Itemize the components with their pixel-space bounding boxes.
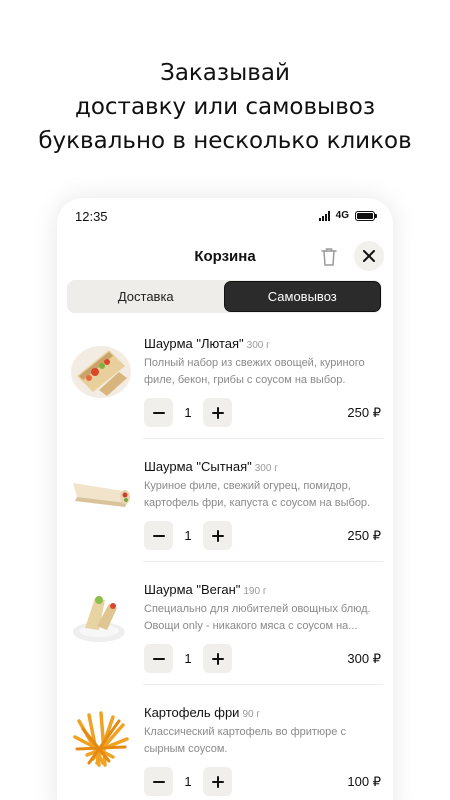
trash-icon[interactable]: [319, 246, 339, 268]
item-weight: 300 г: [246, 340, 270, 351]
shawarma-image: [71, 346, 131, 398]
decrease-button[interactable]: [144, 521, 173, 550]
minus-icon: [152, 780, 165, 783]
status-bar: 12:35 4G: [57, 198, 393, 234]
quantity-stepper: 1: [144, 521, 232, 550]
cart-item: Шаурма "Веган" 190 г Специально для любит…: [57, 562, 393, 685]
item-name: Шаурма "Лютая" 300 г: [144, 336, 270, 351]
item-name: Шаурма "Веган" 190 г: [144, 582, 267, 597]
increase-button[interactable]: [203, 644, 232, 673]
phone-frame: 12:35 4G Корзина Доставка Самовывоз Шаур…: [57, 198, 393, 800]
quantity-stepper: 1: [144, 767, 232, 796]
cart-item: Картофель фри 90 г Классический картофель…: [57, 685, 393, 800]
cart-header: Корзина: [57, 238, 393, 276]
quantity-value: 1: [184, 651, 192, 666]
item-weight: 90 г: [242, 709, 260, 720]
item-price: 250 ₽: [347, 528, 381, 543]
item-description: Специально для любителей овощных блюд. О…: [144, 603, 371, 632]
decrease-button[interactable]: [144, 398, 173, 427]
decrease-button[interactable]: [144, 767, 173, 796]
promo-line-2: доставку или самовывоз: [74, 94, 376, 120]
minus-icon: [152, 411, 165, 414]
item-description: Куриное филе, свежий огурец, помидор, ка…: [144, 480, 371, 509]
status-indicators: 4G: [318, 210, 377, 221]
promo-line-3: буквально в несколько кликов: [38, 128, 412, 154]
item-description: Классический картофель во фритюре с сырн…: [144, 726, 346, 755]
item-price: 250 ₽: [347, 405, 381, 420]
delivery-tabs: Доставка Самовывоз: [67, 280, 382, 313]
promo-heading: Заказывай доставку или самовывоз букваль…: [0, 56, 450, 158]
quantity-stepper: 1: [144, 398, 232, 427]
increase-button[interactable]: [203, 767, 232, 796]
item-name: Шаурма "Сытная" 300 г: [144, 459, 278, 474]
minus-icon: [152, 534, 165, 537]
plus-icon: [211, 406, 224, 419]
plus-icon: [211, 529, 224, 542]
item-price: 100 ₽: [347, 774, 381, 789]
close-button[interactable]: [354, 241, 384, 271]
close-icon: [363, 250, 375, 262]
item-weight: 190 г: [243, 586, 267, 597]
status-time: 12:35: [75, 209, 108, 224]
quantity-value: 1: [184, 405, 192, 420]
quantity-value: 1: [184, 774, 192, 789]
quantity-value: 1: [184, 528, 192, 543]
quantity-stepper: 1: [144, 644, 232, 673]
cart-item: Шаурма "Сытная" 300 г Куриное филе, свежи…: [57, 439, 393, 562]
battery-icon: [355, 210, 377, 221]
shawarma-image: [73, 483, 130, 507]
decrease-button[interactable]: [144, 644, 173, 673]
cart-list: Шаурма "Лютая" 300 г Полный набор из свеж…: [57, 316, 393, 800]
item-weight: 300 г: [254, 463, 278, 474]
plus-icon: [211, 775, 224, 788]
item-price: 300 ₽: [347, 651, 381, 666]
cart-item: Шаурма "Лютая" 300 г Полный набор из свеж…: [57, 316, 393, 439]
signal-icon: [318, 210, 330, 221]
item-name: Картофель фри 90 г: [144, 705, 260, 720]
increase-button[interactable]: [203, 521, 232, 550]
tab-pickup[interactable]: Самовывоз: [223, 281, 381, 312]
plus-icon: [211, 652, 224, 665]
fries-image: [73, 711, 129, 767]
network-label: 4G: [335, 210, 349, 221]
increase-button[interactable]: [203, 398, 232, 427]
page-title: Корзина: [194, 248, 256, 265]
item-description: Полный набор из свежих овощей, куриного …: [144, 357, 365, 386]
minus-icon: [152, 657, 165, 660]
promo-line-1: Заказывай: [160, 60, 290, 86]
tab-delivery[interactable]: Доставка: [68, 281, 224, 312]
shawarma-image: [73, 596, 125, 642]
